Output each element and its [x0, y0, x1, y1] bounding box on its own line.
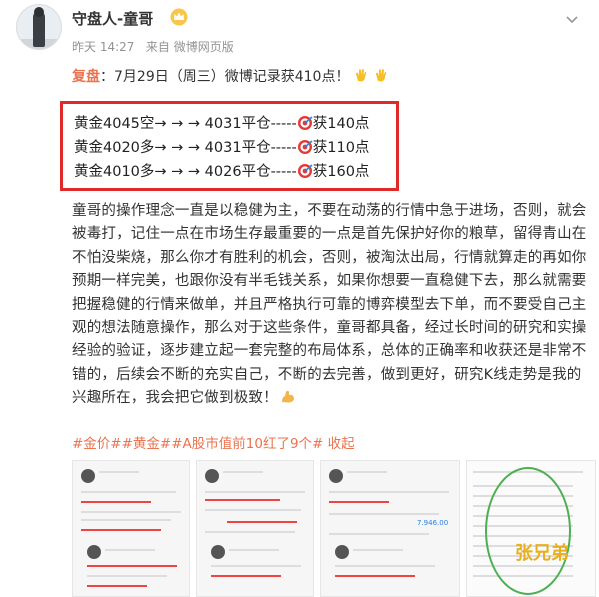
- image-thumbnail[interactable]: [196, 460, 314, 597]
- image-thumbnail[interactable]: 7.946.00: [320, 460, 460, 597]
- clap-hand-icon: [356, 69, 367, 82]
- crown-badge-icon: [170, 8, 188, 26]
- topic-tags: #金价##黄金##A股市值前10红了9个# 收起: [72, 432, 355, 452]
- post-lead: 复盘：7月29日（周三）微博记录获410点！: [72, 66, 389, 86]
- trade-line: 黄金4045空→ → → 4031平仓----- 获140点: [74, 116, 370, 132]
- target-icon: [297, 164, 313, 178]
- collapse-link[interactable]: 收起: [328, 436, 355, 452]
- image-thumbnail[interactable]: [72, 460, 190, 597]
- clap-hand-icon: [376, 69, 387, 82]
- flexed-bicep-icon: [281, 391, 294, 403]
- image-thumbnail[interactable]: 张兄弟: [466, 460, 596, 597]
- username[interactable]: 守盘人-童哥: [72, 8, 153, 29]
- lead-label: 复盘: [72, 69, 100, 85]
- post-time[interactable]: 昨天 14:27: [72, 40, 134, 54]
- chevron-down-icon[interactable]: [563, 10, 581, 28]
- topic-tag-links[interactable]: #金价##黄金##A股市值前10红了9个#: [72, 436, 323, 452]
- avatar[interactable]: [16, 4, 62, 50]
- trade-line: 黄金4020多→ → → 4031平仓----- 获110点: [74, 140, 370, 156]
- post-source: 来自 微博网页版: [145, 40, 234, 54]
- watermark-name: 张兄弟: [515, 543, 569, 564]
- target-icon: [297, 140, 313, 154]
- quote-value: 7.946.00: [417, 519, 449, 527]
- lead-text: ：7月29日（周三）微博记录获410点！: [100, 69, 350, 85]
- post-body: 童哥的操作理念一直是以稳健为主，不要在动荡的行情中急于进场，否则，就会被毒打，记…: [72, 203, 587, 407]
- target-icon: [297, 116, 313, 130]
- post-meta: 昨天 14:27 来自 微博网页版: [72, 38, 234, 55]
- trade-line: 黄金4010多→ → → 4026平仓----- 获160点: [74, 164, 370, 180]
